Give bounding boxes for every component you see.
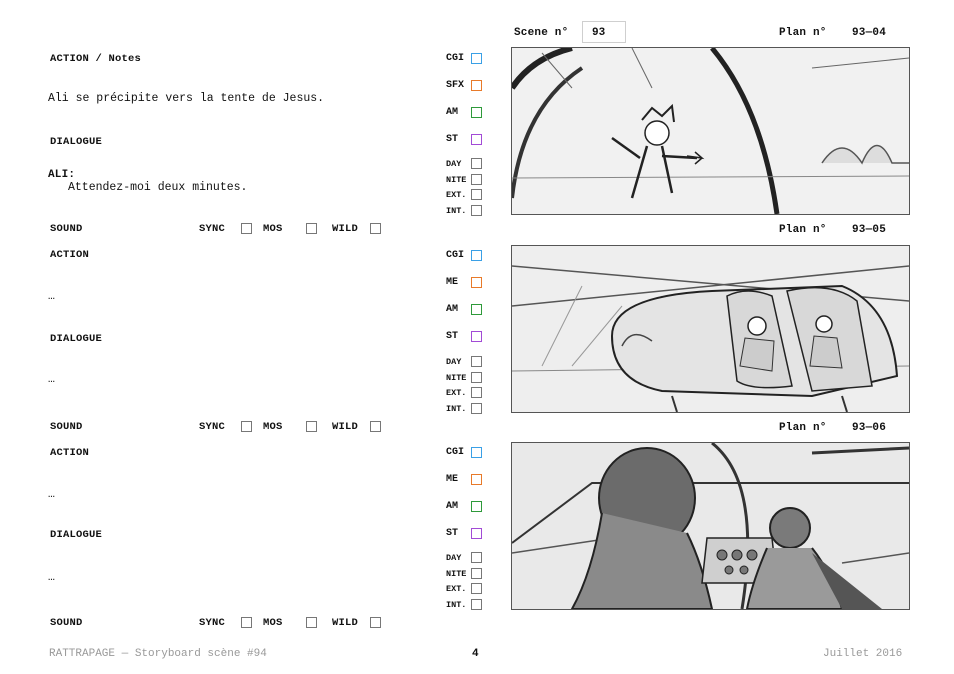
wild-label: WILD	[332, 421, 359, 433]
int-label: INT.	[446, 206, 467, 216]
st-checkbox[interactable]	[471, 528, 482, 539]
storyboard-panel-3	[511, 442, 910, 610]
int-label: INT.	[446, 404, 467, 414]
nite-label: NITE	[446, 175, 467, 185]
int-checkbox[interactable]	[471, 599, 482, 610]
wild-label: WILD	[332, 223, 359, 235]
mos-checkbox[interactable]	[306, 617, 317, 628]
plan-label: Plan n°	[779, 422, 827, 434]
me-checkbox[interactable]	[471, 277, 482, 288]
mos-checkbox[interactable]	[306, 421, 317, 432]
sync-label: SYNC	[199, 421, 226, 433]
ext-checkbox[interactable]	[471, 189, 482, 200]
storyboard-panel-2	[511, 245, 910, 413]
mos-checkbox[interactable]	[306, 223, 317, 234]
wild-checkbox[interactable]	[370, 421, 381, 432]
cgi-checkbox[interactable]	[471, 447, 482, 458]
am-checkbox[interactable]	[471, 304, 482, 315]
cgi-label: CGI	[446, 447, 465, 458]
scene-number-field[interactable]: 93	[582, 21, 626, 43]
scene-label: Scene n°	[514, 27, 569, 39]
plan-number: 93—05	[852, 224, 887, 236]
dialogue-text: Attendez-moi deux minutes.	[68, 181, 248, 194]
sound-label: SOUND	[50, 421, 83, 433]
day-label: DAY	[446, 357, 462, 367]
me-label: ME	[446, 277, 459, 288]
ext-label: EXT.	[446, 584, 467, 594]
sync-checkbox[interactable]	[241, 421, 252, 432]
sfx-checkbox[interactable]	[471, 80, 482, 91]
sound-label: SOUND	[50, 223, 83, 235]
sync-checkbox[interactable]	[241, 617, 252, 628]
cgi-checkbox[interactable]	[471, 250, 482, 261]
day-checkbox[interactable]	[471, 356, 482, 367]
st-label: ST	[446, 134, 459, 145]
me-checkbox[interactable]	[471, 474, 482, 485]
day-label: DAY	[446, 159, 462, 169]
sketch-tent-runner	[512, 48, 909, 214]
dialogue-text: …	[48, 571, 55, 584]
am-label: AM	[446, 107, 459, 118]
me-label: ME	[446, 474, 459, 485]
st-label: ST	[446, 528, 459, 539]
nite-checkbox[interactable]	[471, 568, 482, 579]
ext-checkbox[interactable]	[471, 583, 482, 594]
nite-checkbox[interactable]	[471, 372, 482, 383]
int-checkbox[interactable]	[471, 205, 482, 216]
am-label: AM	[446, 501, 459, 512]
sketch-helicopter-exterior	[512, 246, 909, 412]
st-checkbox[interactable]	[471, 134, 482, 145]
sync-label: SYNC	[199, 617, 226, 629]
cgi-checkbox[interactable]	[471, 53, 482, 64]
action-heading: ACTION	[50, 249, 90, 261]
mos-label: MOS	[263, 617, 283, 629]
mos-label: MOS	[263, 223, 283, 235]
plan-number: 93—04	[852, 27, 887, 39]
sketch-cockpit-interior	[512, 443, 909, 609]
int-checkbox[interactable]	[471, 403, 482, 414]
dialogue-heading: DIALOGUE	[50, 333, 103, 345]
footer-title: RATTRAPAGE — Storyboard scène #94	[49, 648, 267, 660]
action-text: Ali se précipite vers la tente de Jesus.	[48, 92, 325, 105]
am-checkbox[interactable]	[471, 501, 482, 512]
cgi-label: CGI	[446, 53, 465, 64]
action-heading: ACTION / Notes	[50, 53, 142, 65]
plan-label: Plan n°	[779, 27, 827, 39]
wild-checkbox[interactable]	[370, 223, 381, 234]
ext-label: EXT.	[446, 388, 467, 398]
storyboard-panel-1	[511, 47, 910, 215]
action-text: …	[48, 290, 55, 303]
nite-label: NITE	[446, 569, 467, 579]
ext-checkbox[interactable]	[471, 387, 482, 398]
int-label: INT.	[446, 600, 467, 610]
am-label: AM	[446, 304, 459, 315]
sync-label: SYNC	[199, 223, 226, 235]
sfx-label: SFX	[446, 80, 465, 91]
dialogue-text: …	[48, 373, 55, 386]
speaker-name: ALI:	[48, 169, 76, 181]
plan-label: Plan n°	[779, 224, 827, 236]
ext-label: EXT.	[446, 190, 467, 200]
st-label: ST	[446, 331, 459, 342]
day-label: DAY	[446, 553, 462, 563]
plan-number: 93—06	[852, 422, 887, 434]
dialogue-heading: DIALOGUE	[50, 529, 103, 541]
cgi-label: CGI	[446, 250, 465, 261]
dialogue-heading: DIALOGUE	[50, 136, 103, 148]
nite-label: NITE	[446, 373, 467, 383]
page-number: 4	[472, 648, 479, 660]
sync-checkbox[interactable]	[241, 223, 252, 234]
wild-checkbox[interactable]	[370, 617, 381, 628]
day-checkbox[interactable]	[471, 158, 482, 169]
nite-checkbox[interactable]	[471, 174, 482, 185]
day-checkbox[interactable]	[471, 552, 482, 563]
footer-date: Juillet 2016	[823, 648, 903, 660]
sound-label: SOUND	[50, 617, 83, 629]
am-checkbox[interactable]	[471, 107, 482, 118]
mos-label: MOS	[263, 421, 283, 433]
wild-label: WILD	[332, 617, 359, 629]
action-heading: ACTION	[50, 447, 90, 459]
action-text: …	[48, 488, 55, 501]
st-checkbox[interactable]	[471, 331, 482, 342]
